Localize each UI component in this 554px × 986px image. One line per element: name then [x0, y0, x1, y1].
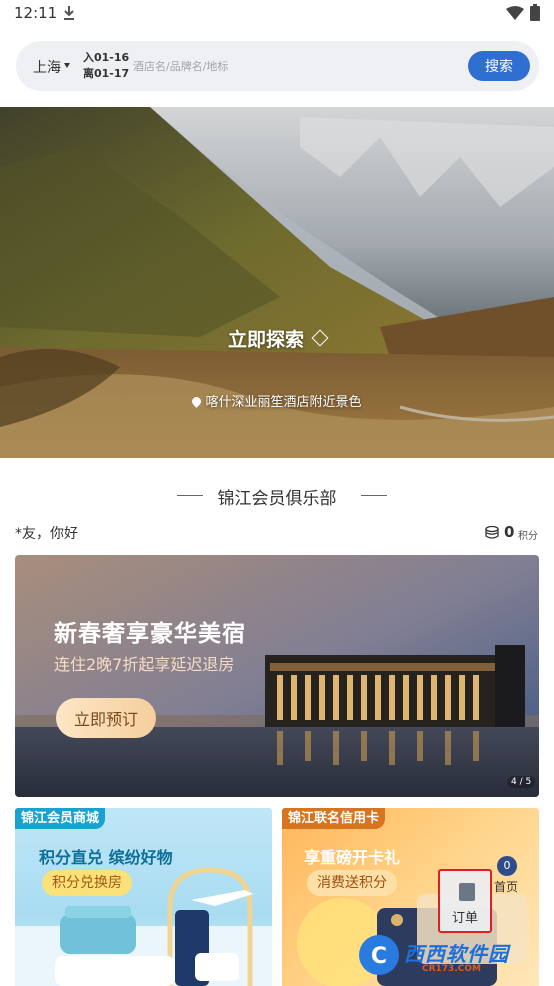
mall-products-image — [15, 867, 272, 986]
diamond-arrow-icon — [311, 329, 329, 347]
promo-page-indicator: 4 / 5 — [507, 776, 536, 788]
points-unit: 积分 — [518, 531, 538, 542]
search-input[interactable] — [133, 56, 433, 76]
promo-title: 新春奢享豪华美宿 — [54, 621, 246, 647]
points-value[interactable]: 0 — [504, 523, 514, 541]
book-now-button[interactable]: 立即预订 — [56, 698, 156, 738]
member-mall-headline: 积分直兑 缤纷好物 — [39, 848, 173, 867]
divider-right — [361, 495, 387, 496]
caret-down-icon[interactable] — [64, 63, 70, 68]
order-label: 订单 — [451, 911, 478, 926]
svg-text:C: C — [371, 944, 387, 969]
watermark-text: 西西软件园 — [404, 942, 509, 966]
battery-icon — [530, 4, 540, 21]
coins-icon[interactable] — [485, 526, 499, 540]
hero-location-label: 喀什深业丽笙酒店附近景色 — [205, 395, 362, 410]
watermark: C 西西软件园 CR173.COM — [356, 932, 536, 980]
explore-now-label: 立即探索 — [227, 329, 304, 351]
club-title: 锦江会员俱乐部 — [217, 489, 337, 509]
promo-subtitle: 连住2晚7折起享延迟退房 — [54, 655, 235, 674]
date-selector[interactable]: 入01-16 离01-17 — [83, 50, 129, 82]
download-icon — [64, 6, 74, 20]
member-mall-tag: 锦江会员商城 — [15, 808, 106, 829]
order-icon — [459, 883, 475, 901]
hero-banner[interactable]: 立即探索 喀什深业丽笙酒店附近景色 — [0, 107, 554, 458]
greeting: *友，你好 — [15, 526, 78, 542]
floating-nav: 订单 0 首页 — [433, 856, 543, 936]
explore-now-link[interactable]: 立即探索 — [0, 325, 554, 352]
home-button[interactable]: 首页 — [494, 878, 518, 895]
credit-card-tag: 锦江联名信用卡 — [282, 808, 386, 829]
city-selector[interactable]: 上海 — [33, 57, 61, 77]
home-badge[interactable]: 0 — [497, 856, 517, 876]
status-bar: 12:11 — [0, 0, 554, 28]
hero-location: 喀什深业丽笙酒店附近景色 — [0, 391, 554, 410]
search-button[interactable]: 搜索 — [468, 51, 530, 81]
checkin-date: 入01-16 — [83, 51, 130, 64]
location-pin-icon — [190, 395, 204, 408]
promo-banner[interactable]: 新春奢享豪华美宿 连住2晚7折起享延迟退房 立即预订 4 / 5 — [15, 555, 539, 797]
points-redeem-room-pill[interactable]: 积分兑换房 — [42, 870, 132, 896]
watermark-logo: C — [359, 935, 399, 975]
credit-card-headline: 享重磅开卡礼 — [304, 848, 401, 867]
status-time: 12:11 — [14, 4, 58, 22]
promo-hotel-image — [15, 555, 539, 797]
order-button[interactable]: 订单 — [438, 869, 492, 933]
watermark-url: CR173.COM — [422, 964, 481, 974]
wifi-icon — [506, 6, 524, 20]
member-mall-card[interactable]: 锦江会员商城 积分直兑 缤纷好物 积分兑换房 — [15, 808, 272, 986]
checkout-date: 离01-17 — [83, 67, 130, 80]
spend-earn-points-pill[interactable]: 消费送积分 — [307, 870, 397, 896]
search-bar: 上海 入01-16 离01-17 搜索 — [16, 41, 539, 91]
